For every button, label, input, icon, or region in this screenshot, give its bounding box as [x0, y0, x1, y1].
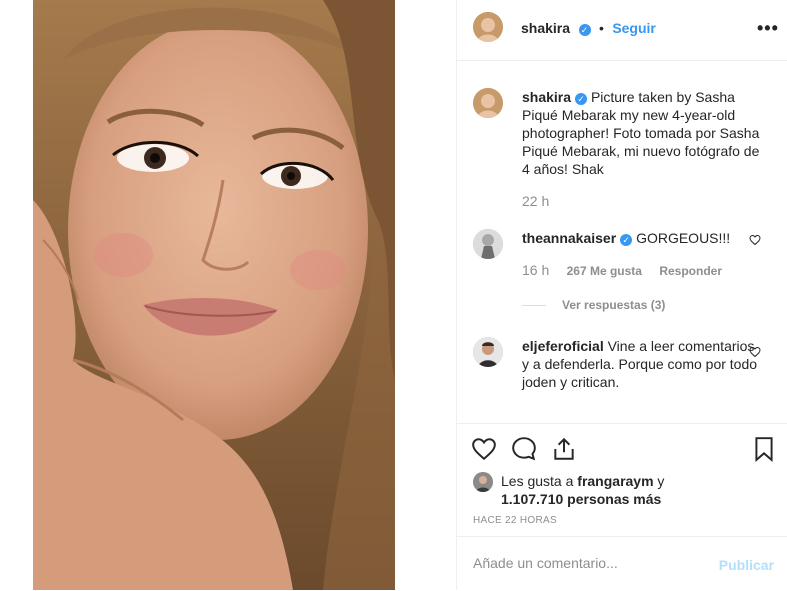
verified-badge-icon: ✓: [620, 234, 633, 246]
likes-prefix: Les gusta a: [501, 473, 578, 489]
comment-time[interactable]: 16 h: [522, 262, 549, 278]
post-timestamp[interactable]: HACE 22 HORAS: [473, 515, 557, 526]
avatar-image: [473, 12, 503, 42]
view-replies-label: Ver respuestas (3): [562, 298, 666, 312]
author-username[interactable]: shakira: [521, 20, 570, 36]
like-comment-icon[interactable]: [749, 234, 761, 246]
portrait-image: [33, 0, 395, 590]
post-header: shakira ✓ • Seguir •••: [457, 0, 787, 61]
follow-button[interactable]: Seguir: [612, 20, 656, 36]
like-comment-icon[interactable]: [749, 346, 761, 358]
add-comment-bar: Publicar: [457, 536, 787, 591]
comment-username[interactable]: eljeferoficial: [522, 338, 604, 354]
commenter-avatar[interactable]: [473, 229, 503, 259]
verified-badge-icon: ✓: [578, 24, 591, 36]
post-actions: Les gusta a frangaraym y 1.107.710 perso…: [457, 423, 787, 590]
liker-username[interactable]: frangaraym: [577, 473, 653, 489]
caption-username[interactable]: shakira: [522, 89, 571, 105]
comment-item: eljeferoficial Vine a leer comentarios y…: [473, 337, 773, 417]
caption-time[interactable]: 22 h: [522, 192, 762, 210]
verified-badge-icon: ✓: [575, 93, 588, 105]
replies-divider: [522, 305, 546, 307]
reply-button[interactable]: Responder: [659, 264, 722, 278]
commenter-avatar[interactable]: [473, 337, 503, 367]
avatar-image: [473, 229, 503, 259]
caption-avatar[interactable]: [473, 88, 503, 118]
avatar-image: [473, 337, 503, 367]
avatar-image: [473, 472, 493, 492]
publish-button[interactable]: Publicar: [719, 557, 774, 573]
more-options-icon[interactable]: •••: [757, 18, 779, 39]
comment-text: GORGEOUS!!!: [636, 230, 731, 246]
share-icon[interactable]: [551, 436, 577, 462]
separator-dot: •: [598, 20, 604, 36]
likes-count[interactable]: 1.107.710 personas más: [501, 491, 661, 507]
comment-username[interactable]: theannakaiser: [522, 230, 616, 246]
likes-mid: y: [653, 473, 665, 489]
bookmark-icon[interactable]: [751, 436, 777, 462]
add-comment-input[interactable]: [473, 555, 703, 571]
view-replies-button[interactable]: Ver respuestas (3): [522, 298, 665, 312]
author-avatar[interactable]: [473, 12, 503, 42]
caption: shakira ✓ Picture taken by Sasha Piqué Me…: [473, 88, 773, 218]
comment-item: theannakaiser ✓ GORGEOUS!!! 16 h 267 Me g…: [473, 229, 773, 289]
like-heart-icon[interactable]: [471, 436, 497, 462]
comment-likes[interactable]: 267 Me gusta: [567, 264, 642, 278]
post-photo[interactable]: [33, 0, 395, 590]
post-panel: shakira ✓ • Seguir ••• shakira ✓ Picture …: [456, 0, 787, 590]
avatar-image: [473, 88, 503, 118]
liker-avatar[interactable]: [473, 472, 493, 492]
comment-bubble-icon[interactable]: [511, 436, 537, 462]
